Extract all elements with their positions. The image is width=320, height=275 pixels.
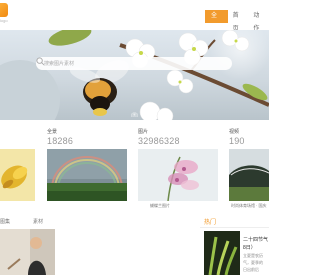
search-icon[interactable] (36, 57, 45, 66)
image-card-flower[interactable] (0, 149, 35, 201)
stat-value-panorama: 18286 (47, 136, 74, 146)
news-thumbnail[interactable] (204, 231, 240, 275)
news-date: 8日） (243, 245, 256, 251)
nav-item-action[interactable]: 动作 (248, 10, 269, 32)
card-caption-orchid[interactable]: 蝴蝶兰图片 (150, 203, 170, 209)
logo-subtitle: logo (0, 18, 8, 23)
news-line-3: 日出前后 (243, 267, 259, 272)
hero-caption: [图] (131, 112, 138, 117)
image-card-stadium[interactable] (229, 149, 269, 201)
section-title-hot: 热门 (204, 220, 217, 226)
card-thumbnail (0, 149, 35, 201)
news-line-2: 气，夏季的 (243, 260, 263, 265)
card-thumbnail (204, 231, 240, 275)
site-logo[interactable] (0, 3, 8, 17)
hero-banner: 搜索图片素材 [图] (0, 30, 269, 120)
image-card-orchid[interactable] (138, 149, 218, 201)
card-caption-stadium[interactable]: 时尚体育场馆 · 国庆 (231, 203, 267, 209)
main-nav: 全景 首页 动作 (205, 10, 269, 32)
search-input[interactable]: 搜索图片素材 (44, 60, 74, 67)
tab-assets[interactable]: 素材 (33, 218, 43, 225)
image-card-person[interactable] (0, 229, 55, 275)
news-line-1: 立夏是农历 (243, 253, 263, 258)
news-headline[interactable]: 二十四节气 (243, 236, 268, 243)
top-header: logo 全景 首页 动作 (0, 0, 269, 32)
card-thumbnail (138, 149, 218, 201)
card-thumbnail (47, 149, 127, 201)
stat-label-panorama: 全景 (47, 129, 58, 135)
stat-label-images: 图片 (138, 129, 149, 135)
card-thumbnail (0, 229, 55, 275)
section-divider (200, 227, 269, 228)
tab-albums[interactable]: 图集 (0, 218, 10, 225)
nav-item-home[interactable]: 首页 (228, 10, 249, 32)
stat-value-video: 190 (229, 136, 245, 146)
stat-label-video: 视频 (229, 129, 240, 135)
nav-item-panorama[interactable]: 全景 (205, 10, 228, 32)
search-bar[interactable]: 搜索图片素材 (36, 57, 232, 70)
stat-value-images: 32986328 (138, 136, 180, 146)
image-card-rainbow[interactable] (47, 149, 127, 201)
hero-image (0, 30, 269, 120)
card-thumbnail (229, 149, 269, 201)
